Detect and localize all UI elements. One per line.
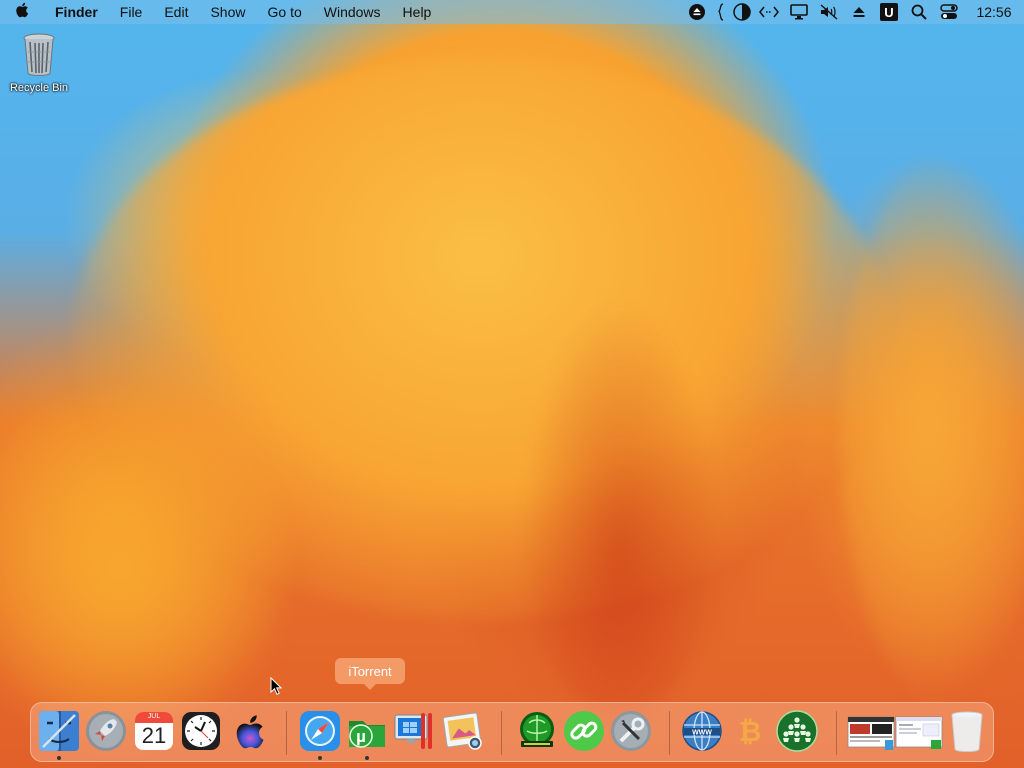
dock-item-launchpad[interactable]: [84, 709, 128, 753]
desktop-icon-label: Recycle Bin: [9, 82, 69, 94]
photo-preview-icon: [442, 712, 482, 750]
menu-file[interactable]: File: [109, 0, 154, 24]
code-arrows-icon[interactable]: [754, 0, 784, 24]
finder-icon: [39, 711, 79, 751]
dock-item-parallels[interactable]: [393, 709, 437, 753]
desktop-wallpaper: [0, 0, 1024, 768]
dock-item-itorrent[interactable]: µ: [345, 709, 389, 753]
svg-text:₿: ₿: [739, 716, 762, 747]
svg-text:U: U: [884, 5, 893, 20]
curly-brace-icon[interactable]: [712, 0, 730, 24]
dock-item-bitcoin[interactable]: ₿: [728, 709, 772, 753]
dock-item-trash[interactable]: [945, 709, 989, 753]
u-app-icon[interactable]: U: [874, 0, 904, 24]
desktop-icon-recycle-bin[interactable]: Recycle Bin: [6, 32, 72, 94]
control-center-icon[interactable]: [934, 0, 964, 24]
status-area: U 12:56: [682, 0, 1024, 24]
chain-link-icon: [564, 711, 604, 751]
apple-logo-icon[interactable]: [0, 2, 44, 23]
svg-text:WWW: WWW: [692, 730, 712, 737]
menu-windows[interactable]: Windows: [313, 0, 392, 24]
search-icon[interactable]: [904, 0, 934, 24]
wrench-screwdriver-icon: [611, 711, 651, 751]
menu-show[interactable]: Show: [199, 0, 256, 24]
dock-item-finder[interactable]: [37, 709, 81, 753]
www-globe-icon: WWW: [682, 711, 722, 751]
dock-item-community[interactable]: [775, 709, 819, 753]
dock-item-clock[interactable]: [179, 709, 223, 753]
running-indicator: [57, 756, 61, 760]
pie-chart-icon[interactable]: [730, 0, 754, 24]
utorrent-folder-icon: µ: [349, 721, 385, 748]
bitcoin-icon: ₿: [739, 716, 762, 747]
recycle-bin-icon: [22, 32, 56, 77]
menu-go-to[interactable]: Go to: [257, 0, 313, 24]
running-indicator: [318, 756, 322, 760]
dock-tooltip: iTorrent: [335, 658, 405, 690]
dock-item-safari[interactable]: [298, 709, 342, 753]
parallels-windows-icon: [394, 713, 432, 749]
apple-siri-icon: [236, 715, 264, 749]
dock-item-network[interactable]: WWW: [680, 709, 724, 753]
mute-icon[interactable]: [814, 0, 844, 24]
dock-item-cellarstone[interactable]: [515, 709, 559, 753]
running-indicator: [365, 756, 369, 760]
rocket-icon: [86, 711, 126, 751]
calendar-day: 21: [141, 723, 167, 748]
dock-item-calendar[interactable]: JUL 21: [132, 709, 176, 753]
menu-bar: Finder File Edit Show Go to Windows Help…: [0, 0, 1024, 24]
dock-item-utilities[interactable]: [609, 709, 653, 753]
dock-item-siri[interactable]: [226, 709, 270, 753]
menu-help[interactable]: Help: [392, 0, 443, 24]
dock-separator: [836, 711, 837, 755]
cellarstone-globe-icon: [520, 712, 554, 747]
calendar-month: JUL: [147, 713, 161, 720]
mouse-cursor-icon: [270, 676, 283, 695]
people-circle-icon: [776, 710, 818, 752]
window-thumbnail-icon: [895, 716, 943, 749]
dock-item-links[interactable]: [562, 709, 606, 753]
menubar-clock[interactable]: 12:56: [964, 0, 1024, 24]
clock-icon: [182, 712, 220, 750]
eject-icon[interactable]: [844, 0, 874, 24]
menu-edit[interactable]: Edit: [153, 0, 199, 24]
eject-circle-icon[interactable]: [682, 0, 712, 24]
dock-separator: [286, 711, 287, 755]
dock-item-preview[interactable]: [441, 709, 485, 753]
compass-icon: [300, 711, 340, 751]
dock-item-window-thumbnail-2[interactable]: [895, 709, 943, 753]
menu-app-finder[interactable]: Finder: [44, 0, 109, 24]
window-thumbnail-icon: [847, 716, 895, 750]
display-icon[interactable]: [784, 0, 814, 24]
dock-separator: [669, 711, 670, 755]
svg-text:µ: µ: [356, 727, 366, 746]
trash-icon: [951, 711, 983, 753]
dock-separator: [501, 711, 502, 755]
dock: JUL 21 µ WWW ₿: [30, 702, 994, 762]
dock-item-window-thumbnail-1[interactable]: [847, 709, 895, 753]
